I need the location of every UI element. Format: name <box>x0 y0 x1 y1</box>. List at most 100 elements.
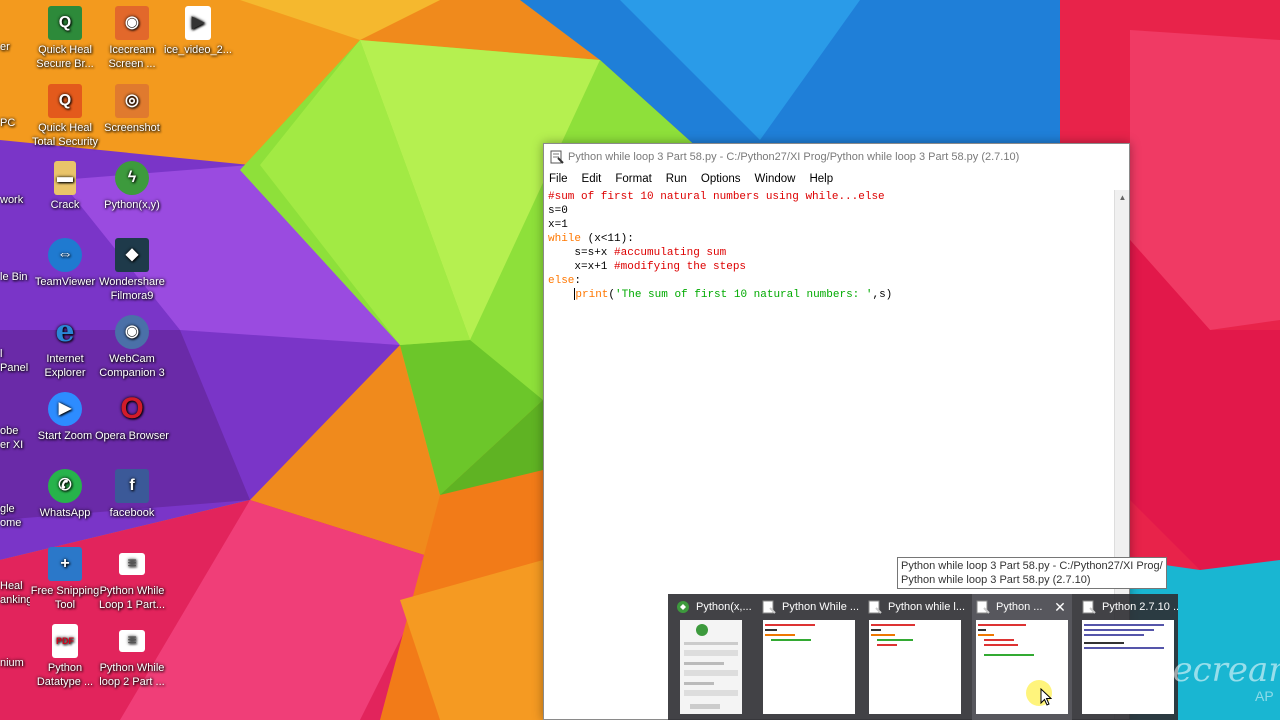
close-icon[interactable]: ✕ <box>1052 599 1068 616</box>
desktop-icon-label: Python(x,y) <box>104 199 160 211</box>
mouse-pointer-icon <box>1040 688 1052 706</box>
thumbnail-preview <box>869 620 961 714</box>
taskbar-thumbnail-strip: Python(x,... Python While ... Python whi… <box>668 594 1178 720</box>
desktop-icon-label: Python While loop 2 Part ... <box>99 662 165 688</box>
menu-options[interactable]: Options <box>701 173 741 185</box>
thumbnail-python-active[interactable]: Python ... ✕ <box>972 594 1072 720</box>
window-title: Python while loop 3 Part 58.py - C:/Pyth… <box>568 150 1020 163</box>
desktop-icon-webcam-companion[interactable]: ◉ WebCam Companion 3 <box>93 315 171 380</box>
desktop-icon-pythonxy[interactable]: ϟ Python(x,y) <box>93 161 171 212</box>
code-string: 'The sum of first 10 natural numbers: ' <box>615 289 873 301</box>
pythonxy-icon: ϟ <box>115 161 149 195</box>
window-titlebar[interactable]: Python while loop 3 Part 58.py - C:/Pyth… <box>544 144 1129 169</box>
thumbnail-python-while-2[interactable]: Python while l... <box>864 594 966 720</box>
code-comment: #accumulating sum <box>614 247 727 259</box>
desktop-icon-label: ice_video_2... <box>164 44 232 56</box>
desktop-icon-label: Python While Loop 1 Part... <box>98 585 166 611</box>
desktop-icon-screenshot[interactable]: ◎ Screenshot <box>93 84 171 135</box>
teamviewer-icon: ⇔ <box>48 238 82 272</box>
idle-app-icon <box>868 600 882 614</box>
desktop-icon-label: WebCam Companion 3 <box>99 353 165 379</box>
thumbnail-label: Python 2.7.10 ... <box>1102 601 1178 613</box>
code-line: s=s+x #accumulating sum <box>548 246 1114 260</box>
screenshot-icon: ◎ <box>115 84 149 118</box>
watermark-logo: Icecream <box>1140 650 1280 690</box>
thumbnail-python-while-1[interactable]: Python While ... <box>758 594 860 720</box>
desktop-icon-label: Screenshot <box>104 122 160 134</box>
desktop-icon-python-while-loop-2[interactable]: ≡ Python While loop 2 Part ... <box>93 624 171 689</box>
menu-bar: File Edit Format Run Options Window Help <box>544 169 1129 189</box>
code-line: while (x<11): <box>548 232 1114 246</box>
code-comment: #sum of first 10 natural numbers using w… <box>548 191 885 203</box>
tooltip-line: Python while loop 3 Part 58.py (2.7.10) <box>901 574 1091 586</box>
preview-content <box>871 624 915 646</box>
menu-help[interactable]: Help <box>809 173 833 185</box>
quick-heal-total-security-icon: Q <box>48 84 82 118</box>
whatsapp-icon: ✆ <box>48 469 82 503</box>
desktop-icon-wondershare-filmora[interactable]: ◆ Wondershare Filmora9 <box>93 238 171 303</box>
thumbnail-label: Python ... <box>996 601 1043 613</box>
video-file-icon: ▶ <box>185 6 211 40</box>
menu-window[interactable]: Window <box>755 173 796 185</box>
idle-app-icon <box>550 150 564 164</box>
thumbnail-preview <box>976 620 1068 714</box>
document-icon: ≡ <box>119 630 145 652</box>
thumbnail-label: Python(x,... <box>696 601 752 613</box>
code-text: ,s) <box>872 289 893 301</box>
desktop-icon-opera-browser[interactable]: O Opera Browser <box>93 392 171 443</box>
pythonxy-icon <box>677 601 689 613</box>
code-line: x=1 <box>548 218 1114 232</box>
desktop-icon-python-while-loop-1[interactable]: ≡ Python While Loop 1 Part... <box>93 547 171 612</box>
webcam-icon: ◉ <box>115 315 149 349</box>
desktop-icon-ice-video[interactable]: ▶ ice_video_2... <box>159 6 237 57</box>
wondershare-filmora-icon: ◆ <box>115 238 149 272</box>
menu-format[interactable]: Format <box>615 173 651 185</box>
taskbar-tooltip: Python while loop 3 Part 58.py - C:/Pyth… <box>897 557 1167 589</box>
code-line: s=0 <box>548 204 1114 218</box>
menu-file[interactable]: File <box>549 173 568 185</box>
thumbnail-preview <box>680 620 742 714</box>
thumbnail-label: Python While ... <box>782 601 860 613</box>
icecream-screen-icon: ◉ <box>115 6 149 40</box>
code-text: : <box>574 275 582 287</box>
code-keyword: while <box>548 233 582 245</box>
code-comment: #modifying the steps <box>614 261 747 273</box>
code-line: #sum of first 10 natural numbers using w… <box>548 190 1114 204</box>
internet-explorer-icon: e <box>55 314 75 349</box>
idle-app-icon <box>1082 600 1096 614</box>
code-line: print('The sum of first 10 natural numbe… <box>548 288 1114 302</box>
code-keyword: print <box>575 289 609 301</box>
code-text: x=1 <box>548 219 568 231</box>
code-text: x=x+1 <box>548 261 615 273</box>
idle-app-icon <box>976 600 990 614</box>
code-text: s=0 <box>548 205 568 217</box>
desktop-icon-label: facebook <box>109 507 155 519</box>
opera-icon: O <box>120 392 144 425</box>
zoom-icon: ▶ <box>48 392 82 426</box>
thumbnail-pythonxy[interactable]: Python(x,... <box>672 594 754 720</box>
menu-run[interactable]: Run <box>666 173 687 185</box>
code-keyword: else <box>548 275 575 287</box>
desktop-icon-label: Wondershare Filmora9 <box>99 276 165 302</box>
desktop-icon-label: Opera Browser <box>95 430 169 442</box>
folder-icon: ▬ <box>54 161 76 195</box>
facebook-icon: f <box>115 469 149 503</box>
preview-content <box>684 624 738 709</box>
menu-edit[interactable]: Edit <box>582 173 602 185</box>
scroll-up-arrow-icon[interactable]: ▲ <box>1115 190 1130 204</box>
document-icon: ≡ <box>119 553 145 575</box>
code-line: x=x+1 #modifying the steps <box>548 260 1114 274</box>
idle-app-icon <box>762 600 776 614</box>
quick-heal-secure-browser-icon: Q <box>48 6 82 40</box>
thumbnail-label: Python while l... <box>888 601 966 613</box>
code-line: else: <box>548 274 1114 288</box>
watermark-small: AP <box>1255 688 1274 704</box>
code-text: s=s+x <box>548 247 615 259</box>
thumbnail-preview <box>763 620 855 714</box>
pdf-file-icon: PDF <box>52 624 78 658</box>
preview-content <box>978 624 1034 656</box>
desktop-icon-facebook[interactable]: f facebook <box>93 469 171 520</box>
tooltip-line: Python while loop 3 Part 58.py - C:/Pyth… <box>901 560 1163 572</box>
preview-content <box>765 624 815 641</box>
